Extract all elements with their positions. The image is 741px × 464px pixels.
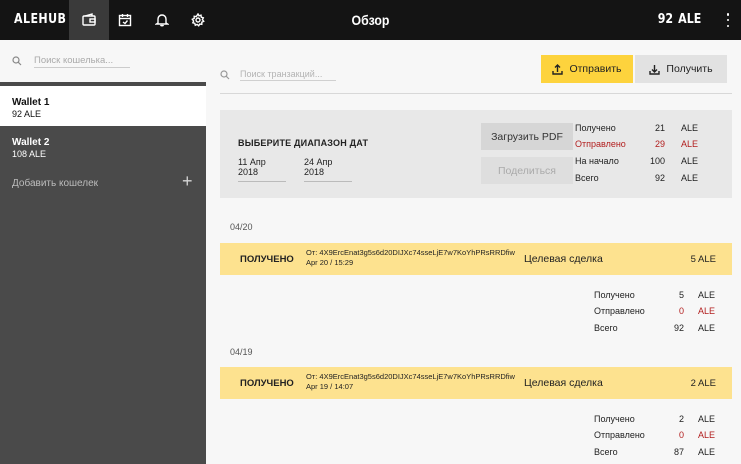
add-wallet-plus-icon[interactable]: + [182, 172, 193, 190]
summary-label: Получено [594, 414, 635, 424]
header-balance: 92 ALE [657, 12, 701, 27]
send-label: Отправить [569, 63, 622, 75]
receive-button[interactable]: Получить [635, 55, 727, 83]
date-from-picker[interactable]: 11 Апр 2018 [238, 157, 286, 182]
add-wallet-link[interactable]: Добавить кошелек [12, 178, 98, 189]
date-range-title: ВЫБЕРИТЕ ДИАПАЗОН ДАТ [238, 138, 369, 148]
tx-status: ПОЛУЧЕНО [240, 378, 294, 389]
wallet-name: Wallet 2 [12, 137, 50, 148]
share-button[interactable]: Поделиться [481, 157, 573, 184]
summary-value: 21 [654, 123, 665, 133]
summary-label: Всего [594, 447, 618, 457]
transaction-row[interactable]: ПОЛУЧЕНО От: 4X9ErcEnat3g5s6d20DIJXc74ss… [220, 243, 732, 275]
wallet-item-2[interactable]: Wallet 2 108 ALE [0, 126, 206, 166]
summary-currency: ALE [681, 173, 699, 183]
tx-type: Целевая сделка [524, 377, 603, 389]
upload-icon [552, 63, 564, 75]
tx-type: Целевая сделка [524, 253, 603, 265]
summary-currency: ALE [698, 447, 716, 457]
tx-from: От: 4X9ErcEnat3g5s6d20DIJXc74sseLjE7w7Ko… [306, 248, 515, 257]
tx-status: ПОЛУЧЕНО [240, 254, 294, 265]
download-pdf-button[interactable]: Загрузить PDF [481, 123, 573, 150]
summary-currency: ALE [698, 323, 716, 333]
balance-currency: ALE [677, 12, 701, 27]
wallet-search-input[interactable] [34, 53, 130, 68]
transaction-search-input[interactable] [240, 67, 336, 81]
top-bar: ALEHUB Обзор 92 ALE [0, 0, 741, 40]
summary-label: Всего [594, 323, 618, 333]
group-date: 04/19 [230, 347, 253, 357]
group-date: 04/20 [230, 222, 253, 232]
search-icon [220, 70, 230, 80]
divider [220, 93, 732, 94]
summary-currency: ALE [698, 414, 716, 424]
summary-value: 92 [654, 173, 665, 183]
summary-label: Отправлено [594, 430, 645, 440]
summary-label: Получено [575, 123, 616, 133]
wallet-amount: 108 ALE [12, 149, 47, 159]
summary-currency: ALE [698, 306, 716, 316]
wallet-name: Wallet 1 [12, 97, 50, 108]
tx-from: От: 4X9ErcEnat3g5s6d20DIJXc74sseLjE7w7Ko… [306, 372, 515, 381]
summary-value: 29 [654, 139, 665, 149]
summary-value: 100 [649, 156, 665, 166]
receive-label: Получить [666, 63, 713, 75]
summary-value: 2 [678, 414, 684, 424]
sidebar: Wallet 1 92 ALE Wallet 2 108 ALE Добавит… [0, 40, 206, 464]
wallet-item-1[interactable]: Wallet 1 92 ALE [0, 86, 206, 126]
main-content: Отправить Получить ВЫБЕРИТЕ ДИАПАЗОН ДАТ… [206, 40, 741, 464]
page-title: Обзор [351, 12, 390, 28]
send-button[interactable]: Отправить [541, 55, 633, 83]
tx-datetime: Apr 20 / 15:29 [306, 258, 354, 267]
summary-value: 87 [673, 447, 684, 457]
summary-label: Отправлено [594, 306, 645, 316]
date-to-picker[interactable]: 24 Апр 2018 [304, 157, 352, 182]
wallet-search [0, 40, 206, 82]
transaction-row[interactable]: ПОЛУЧЕНО От: 4X9ErcEnat3g5s6d20DIJXc74ss… [220, 367, 732, 399]
summary-value: 0 [678, 430, 684, 440]
summary-value: 0 [678, 306, 684, 316]
tx-amount: 2 ALE [690, 378, 716, 389]
search-icon [12, 56, 22, 66]
summary-value: 5 [678, 290, 684, 300]
download-icon [649, 64, 661, 75]
tx-datetime: Apr 19 / 14:07 [306, 382, 354, 391]
balance-value: 92 [657, 12, 673, 27]
summary-label: Отправлено [575, 139, 626, 149]
summary-label: Всего [575, 173, 599, 183]
summary-value: 92 [673, 323, 684, 333]
summary-currency: ALE [681, 156, 699, 166]
summary-label: Получено [594, 290, 635, 300]
more-menu-icon[interactable] [725, 13, 731, 27]
summary-currency: ALE [698, 430, 716, 440]
wallet-amount: 92 ALE [12, 109, 42, 119]
summary-currency: ALE [681, 139, 699, 149]
summary-label: На начало [575, 156, 619, 166]
summary-currency: ALE [698, 290, 716, 300]
summary-currency: ALE [681, 123, 699, 133]
tx-amount: 5 ALE [690, 254, 716, 265]
